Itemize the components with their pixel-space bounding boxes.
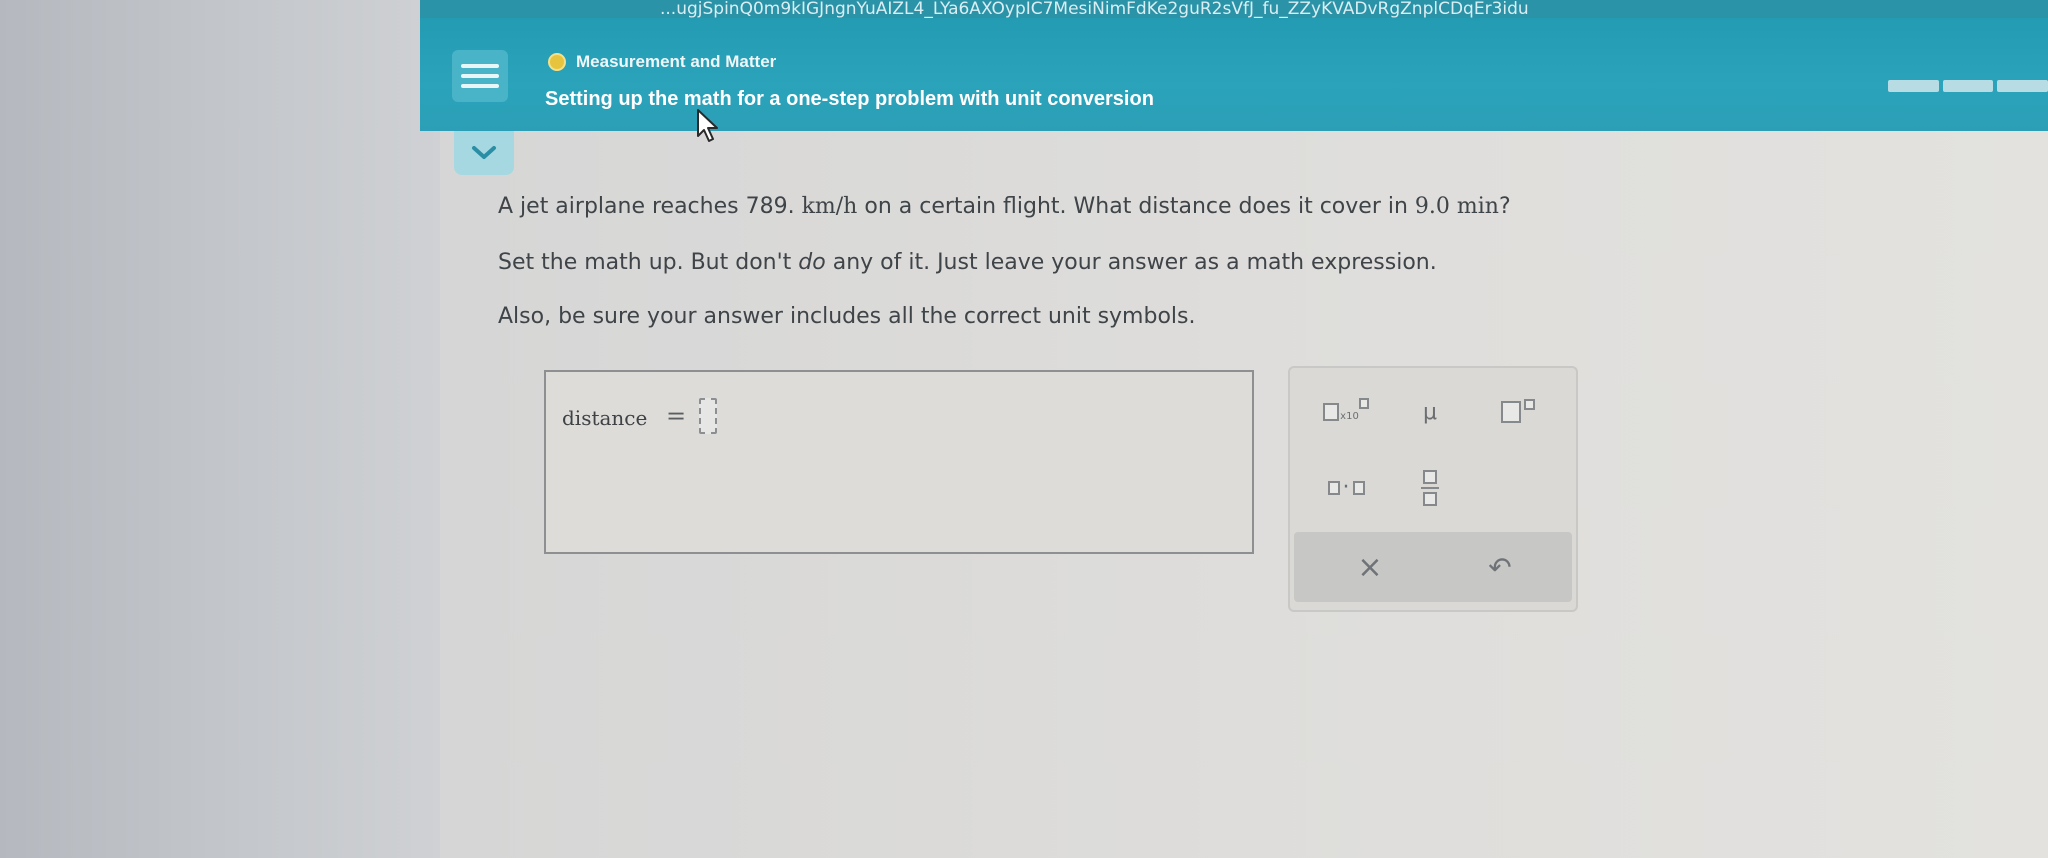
question-line-2: Set the math up. But don't do any of it.… bbox=[498, 250, 1437, 275]
question-text: any of it. Just leave your answer as a m… bbox=[825, 250, 1437, 275]
menu-icon-line bbox=[461, 74, 499, 78]
progress-segment bbox=[1997, 80, 2048, 92]
math-keypad: x10 μ · × ↶ bbox=[1288, 366, 1578, 612]
box-icon bbox=[1327, 481, 1340, 495]
exponent-key[interactable] bbox=[1490, 392, 1546, 432]
answer-label: distance bbox=[562, 406, 648, 430]
clear-button[interactable]: × bbox=[1330, 538, 1410, 596]
box-icon bbox=[1358, 397, 1369, 409]
time-value: 9.0 min bbox=[1414, 194, 1499, 219]
box-icon bbox=[1524, 398, 1535, 410]
chevron-down-icon bbox=[472, 146, 496, 159]
page-header: Measurement and Matter Setting up the ma… bbox=[420, 18, 2048, 131]
progress-bar bbox=[1888, 80, 2048, 92]
micro-key[interactable]: μ bbox=[1402, 392, 1458, 432]
question-text: ? bbox=[1498, 194, 1511, 219]
question-text: on a certain flight. What distance does … bbox=[857, 194, 1415, 219]
menu-icon-line bbox=[461, 64, 499, 68]
url-strip: ...ugjSpinQ0m9kIGJngnYuAIZL4_LYa6AXOypIC… bbox=[420, 0, 2048, 18]
fraction-bar bbox=[1421, 487, 1439, 489]
question-line-3: Also, be sure your answer includes all t… bbox=[498, 304, 1196, 329]
equals-sign: = bbox=[666, 402, 687, 430]
multiply-key[interactable]: · bbox=[1310, 468, 1382, 508]
menu-icon-line bbox=[461, 84, 499, 88]
menu-button[interactable] bbox=[452, 50, 508, 102]
progress-segment bbox=[1942, 80, 1994, 92]
collapse-button[interactable] bbox=[454, 131, 514, 175]
question-text: A jet airplane reaches 789. bbox=[498, 194, 802, 219]
mouse-cursor-icon bbox=[697, 109, 718, 142]
fraction-key[interactable] bbox=[1402, 462, 1458, 514]
answer-input[interactable] bbox=[699, 398, 717, 434]
box-icon bbox=[1352, 481, 1365, 495]
question-line-1: A jet airplane reaches 789. km/h on a ce… bbox=[498, 194, 1511, 219]
undo-button[interactable]: ↶ bbox=[1460, 538, 1540, 596]
box-icon bbox=[1423, 492, 1437, 506]
key-label: · bbox=[1342, 475, 1350, 500]
box-icon bbox=[1423, 470, 1437, 484]
screen-bezel bbox=[0, 0, 440, 858]
scientific-notation-key[interactable]: x10 bbox=[1310, 392, 1382, 432]
box-icon bbox=[1501, 401, 1521, 423]
question-text: Set the math up. But don't bbox=[498, 250, 799, 275]
progress-segment bbox=[1888, 80, 1939, 92]
page-title: Setting up the math for a one-step probl… bbox=[545, 88, 1154, 110]
key-label: x10 bbox=[1340, 410, 1359, 422]
speed-unit: km/h bbox=[801, 194, 858, 219]
topic-label: Measurement and Matter bbox=[576, 52, 777, 71]
box-icon bbox=[1323, 403, 1340, 421]
answer-box[interactable]: distance = bbox=[544, 370, 1254, 554]
topic-row: Measurement and Matter bbox=[548, 52, 776, 72]
topic-status-icon bbox=[548, 53, 566, 71]
emphasis-text: do bbox=[798, 250, 826, 275]
